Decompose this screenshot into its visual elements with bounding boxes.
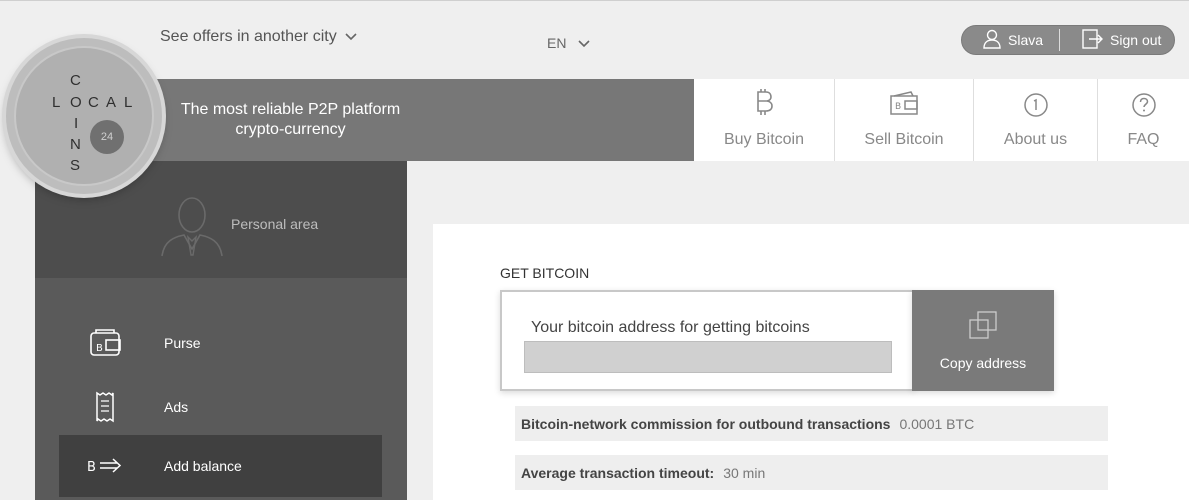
sidebar-item-label: Add balance — [164, 458, 242, 474]
logo-badge: 24 — [90, 120, 124, 154]
copy-address-label: Copy address — [939, 355, 1027, 371]
profile-button[interactable]: Slava — [962, 26, 1043, 54]
svg-text:B: B — [895, 102, 901, 112]
timeout-row: Average transaction timeout: 30 min — [515, 455, 1108, 490]
top-bar: See offers in another city EN Slava Sign… — [0, 0, 1189, 80]
user-pill: Slava Sign out — [961, 25, 1175, 55]
logo-letter: N — [70, 136, 81, 153]
logo-inner: C L O C A L I N S 24 — [14, 46, 154, 186]
language-selector[interactable]: EN — [547, 35, 590, 51]
sidebar-item-label: Purse — [164, 335, 201, 351]
page-title: GET BITCOIN — [500, 265, 590, 281]
sidebar: Personal area B Purse Ads B Add balance — [35, 161, 407, 500]
city-selector-label: See offers in another city — [160, 28, 337, 45]
sidebar-item-ads[interactable]: Ads — [59, 376, 382, 438]
sidebar-item-label: Ads — [164, 399, 189, 415]
user-icon — [982, 29, 1002, 52]
bitcoin-address-field[interactable] — [524, 341, 892, 373]
avatar-icon — [160, 193, 224, 262]
logo-letter: I — [74, 115, 79, 132]
logo-letter: L — [52, 94, 61, 111]
sign-out-icon — [1082, 28, 1104, 52]
bitcoin-arrow-icon: B — [85, 457, 125, 475]
nav-label: About us — [1003, 131, 1068, 148]
svg-text:B: B — [87, 460, 96, 475]
receipt-icon — [85, 391, 125, 423]
copy-icon — [968, 310, 998, 343]
nav-about-us[interactable]: About us — [974, 79, 1098, 161]
commission-row: Bitcoin-network commission for outbound … — [515, 406, 1108, 441]
sign-out-label: Sign out — [1110, 32, 1162, 48]
info-value: 0.0001 BTC — [899, 415, 975, 432]
main-nav: Buy Bitcoin B Sell Bitcoin About us FAQ — [694, 79, 1189, 161]
nav-label: Sell Bitcoin — [864, 131, 944, 148]
question-circle-icon — [1131, 92, 1157, 123]
address-label: Your bitcoin address for getting bitcoin… — [531, 319, 810, 336]
logo-letter: S — [70, 157, 81, 174]
get-bitcoin-card: GET BITCOIN Your bitcoin address for get… — [433, 224, 1189, 500]
nav-sell-bitcoin[interactable]: B Sell Bitcoin — [835, 79, 974, 161]
city-selector-link[interactable]: See offers in another city — [160, 28, 357, 46]
sign-out-button[interactable]: Sign out — [1060, 26, 1161, 54]
purse-icon: B — [85, 328, 125, 358]
tagline: The most reliable P2P platform crypto-cu… — [180, 101, 401, 138]
nav-faq[interactable]: FAQ — [1098, 79, 1189, 161]
info-key: Bitcoin-network commission for outbound … — [521, 415, 891, 432]
language-label: EN — [547, 35, 567, 51]
chevron-down-icon — [578, 37, 590, 51]
info-key: Average transaction timeout: — [521, 464, 715, 481]
logo-letter: C — [70, 72, 81, 89]
info-value: 30 min — [723, 464, 766, 481]
address-box: Your bitcoin address for getting bitcoin… — [500, 290, 914, 391]
personal-area-label: Personal area — [231, 216, 319, 232]
logo-letter: O — [70, 94, 82, 111]
logo-letter: C — [88, 94, 99, 111]
svg-text:B: B — [96, 343, 103, 354]
sidebar-item-add-balance[interactable]: B Add balance — [59, 435, 382, 497]
logo-letter: A — [106, 94, 117, 111]
user-name: Slava — [1008, 32, 1044, 48]
logo[interactable]: C L O C A L I N S 24 — [6, 38, 162, 194]
nav-label: FAQ — [1127, 131, 1160, 148]
nav-buy-bitcoin[interactable]: Buy Bitcoin — [694, 79, 835, 161]
wallet-bitcoin-icon: B — [889, 90, 919, 123]
copy-address-button[interactable]: Copy address — [912, 290, 1054, 391]
chevron-down-icon — [345, 30, 357, 44]
sidebar-item-purse[interactable]: B Purse — [59, 312, 382, 374]
nav-label: Buy Bitcoin — [723, 131, 805, 148]
info-circle-icon — [1023, 92, 1049, 123]
logo-letter: L — [124, 94, 133, 111]
hero-band: The most reliable P2P platform crypto-cu… — [120, 79, 694, 161]
bitcoin-icon — [753, 88, 775, 123]
